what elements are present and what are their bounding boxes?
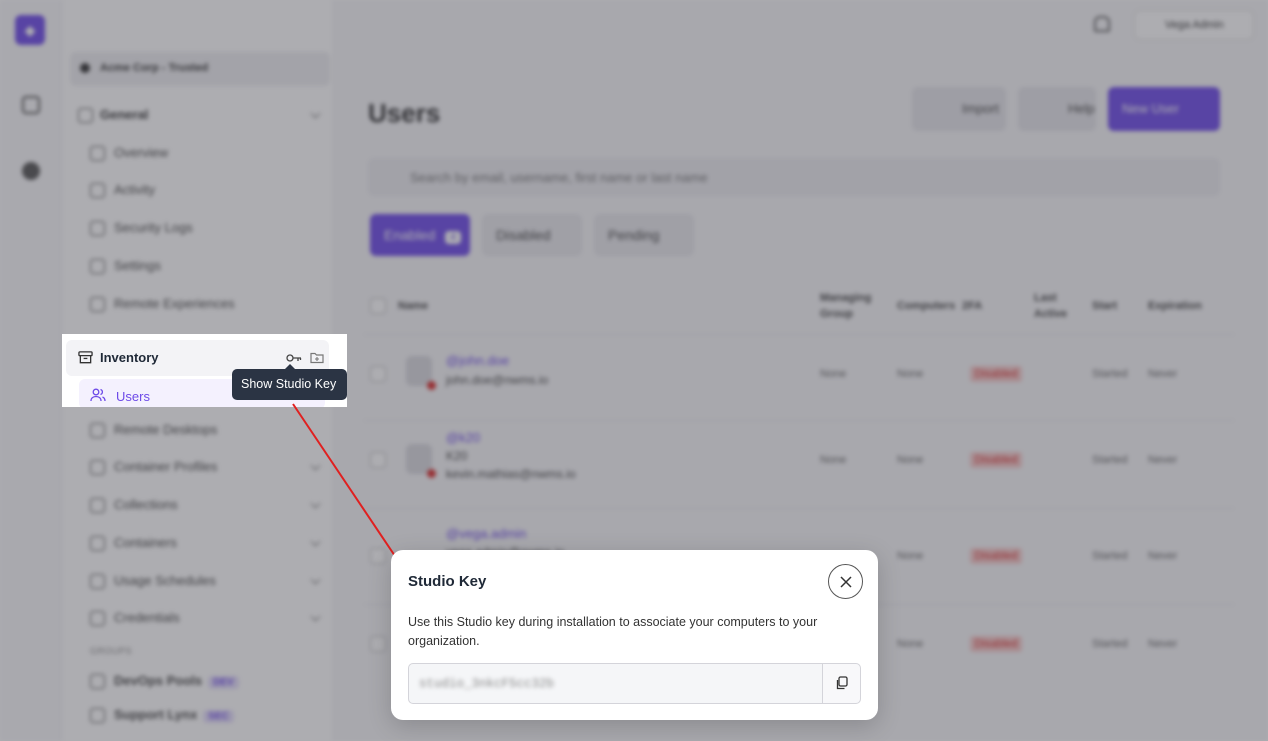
close-button[interactable] (828, 564, 863, 599)
close-icon (840, 576, 852, 588)
dialog-title: Studio Key (408, 573, 487, 590)
sidebar-item-label: Inventory (100, 350, 159, 365)
key-icon[interactable] (286, 352, 302, 364)
studio-key-dialog: Studio Key Use this Studio key during in… (391, 550, 878, 720)
copy-button[interactable] (822, 664, 860, 703)
tooltip: Show Studio Key (232, 364, 347, 400)
archive-icon (78, 351, 93, 364)
users-icon (90, 388, 106, 402)
studio-key-field[interactable]: studio_3nkcF5cc32b (408, 663, 861, 704)
highlight-region: Inventory Users Show Studio Key (62, 334, 347, 407)
dialog-description: Use this Studio key during installation … (408, 615, 818, 648)
folder-plus-icon[interactable] (310, 351, 324, 364)
studio-key-value: studio_3nkcF5cc32b (419, 677, 555, 691)
copy-icon (836, 676, 848, 690)
sidebar-item-label: Users (116, 389, 150, 404)
